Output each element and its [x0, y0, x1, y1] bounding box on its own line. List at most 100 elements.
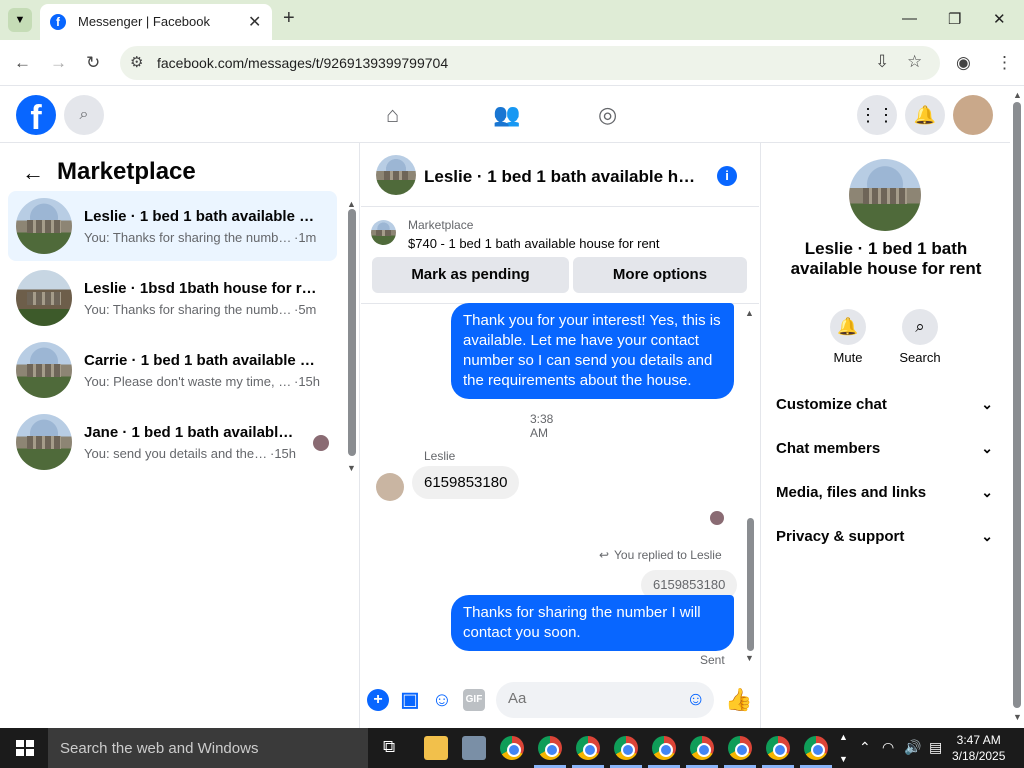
install-app-icon[interactable]: ⇩ — [875, 52, 889, 72]
page-scroll-up-icon[interactable]: ▲ — [1013, 90, 1022, 100]
clock-time: 3:47 AM — [956, 733, 1001, 747]
message-status: Sent — [700, 653, 725, 667]
conversation-item[interactable]: Leslie · 1bsd 1bath house for ren... You… — [8, 263, 337, 333]
chrome-profile-icon[interactable] — [690, 736, 714, 760]
task-view-icon[interactable]: ⧉ — [383, 737, 395, 757]
page-scroll-thumb[interactable] — [1013, 102, 1021, 708]
more-options-button[interactable]: More options — [573, 257, 747, 293]
gif-icon[interactable]: GIF — [463, 689, 485, 711]
profile-icon[interactable]: ◉ — [956, 53, 971, 73]
scroll-up-icon[interactable]: ▲ — [347, 199, 356, 209]
search-in-conversation-button[interactable]: ⌕ Search — [890, 309, 950, 365]
sender-avatar[interactable] — [376, 473, 404, 501]
bookmark-star-icon[interactable]: ☆ — [907, 52, 922, 72]
network-icon[interactable]: ◠ — [882, 739, 894, 756]
friends-icon[interactable]: 👥 — [493, 102, 520, 128]
search-icon[interactable]: ⌕ — [64, 95, 104, 135]
conversation-item[interactable]: Jane · 1 bed 1 bath available h... You: … — [8, 407, 337, 477]
chrome-profile-icon[interactable] — [538, 736, 562, 760]
panel-title: Marketplace — [57, 158, 196, 185]
menu-grid-icon[interactable]: ⋮⋮ — [857, 95, 897, 135]
mute-label: Mute — [833, 350, 863, 365]
home-icon[interactable]: ⌂ — [386, 102, 399, 128]
photo-icon[interactable]: ▣ — [399, 689, 421, 711]
tab-title: Messenger | Facebook — [78, 14, 210, 29]
outgoing-message[interactable]: Thanks for sharing the number I will con… — [451, 595, 734, 651]
chrome-profile-icon[interactable] — [766, 736, 790, 760]
chrome-profile-icon[interactable] — [576, 736, 600, 760]
chrome-profile-icon[interactable] — [728, 736, 752, 760]
message-input-box[interactable]: ☺ — [496, 682, 714, 718]
paint-app-icon[interactable] — [462, 736, 486, 760]
taskbar-search[interactable]: Search the web and Windows — [48, 728, 368, 768]
like-thumb-icon[interactable]: 👍 — [725, 689, 752, 711]
taskbar-scroll-up-icon[interactable]: ▲ — [839, 732, 848, 742]
facebook-header: f ⌕ ⌂ 👥 ◎ ⋮⋮ 🔔 — [0, 86, 1010, 143]
listing-thumbnail[interactable] — [371, 220, 396, 245]
file-explorer-icon[interactable] — [424, 736, 448, 760]
show-hidden-icons-icon[interactable]: ⌃ — [859, 739, 871, 756]
chat-title[interactable]: Leslie · 1 bed 1 bath available hou... — [424, 167, 700, 187]
maximize-icon[interactable]: ❐ — [948, 10, 961, 28]
message-composer: + ▣ ☺ GIF ☺ 👍 — [361, 678, 759, 728]
facebook-logo-icon[interactable]: f — [16, 95, 56, 137]
conversation-scrollbar[interactable] — [348, 209, 356, 456]
windows-start-icon[interactable] — [16, 740, 34, 756]
tab-search-dropdown-icon[interactable]: ▼ — [8, 8, 32, 32]
url-text[interactable]: facebook.com/messages/t/9269139399799704 — [157, 55, 448, 71]
back-icon[interactable]: ← — [14, 53, 31, 73]
conversation-preview: You: Thanks for sharing the numbe... — [84, 302, 294, 317]
page-scroll-down-icon[interactable]: ▼ — [1013, 712, 1022, 722]
info-icon[interactable]: i — [717, 166, 737, 186]
chat-avatar[interactable] — [376, 155, 416, 195]
browser-tab-bar: ▼ f Messenger | Facebook ✕ + — ❐ ✕ — [0, 0, 1024, 40]
chrome-profile-icon[interactable] — [804, 736, 828, 760]
action-center-icon[interactable]: ▤ — [929, 739, 942, 756]
address-bar[interactable]: ⚙ facebook.com/messages/t/92691393997997… — [120, 46, 940, 80]
conversation-item[interactable]: Leslie · 1 bed 1 bath available ho... Yo… — [8, 191, 337, 261]
chat-scroll-up-icon[interactable]: ▲ — [745, 308, 754, 318]
tab-close-icon[interactable]: ✕ — [248, 12, 261, 32]
volume-icon[interactable]: 🔊 — [904, 739, 921, 756]
media-files-links-section[interactable]: Media, files and links ⌄ — [776, 484, 996, 512]
chrome-profile-icon[interactable] — [652, 736, 676, 760]
chat-members-section[interactable]: Chat members ⌄ — [776, 440, 996, 468]
listing-thumbnail[interactable] — [849, 159, 921, 231]
groups-icon[interactable]: ◎ — [598, 102, 617, 128]
notifications-bell-icon[interactable]: 🔔 — [905, 95, 945, 135]
account-avatar[interactable] — [953, 95, 993, 135]
taskbar-clock[interactable]: 3:47 AM 3/18/2025 — [952, 732, 1005, 764]
message-input[interactable] — [508, 690, 678, 707]
taskbar-scroll-down-icon[interactable]: ▼ — [839, 754, 848, 764]
minimize-icon[interactable]: — — [902, 10, 917, 27]
conversation-name: Leslie · 1bsd 1bath house for ren... — [84, 280, 320, 297]
search-label: Search — [899, 350, 941, 365]
chrome-icon[interactable] — [500, 736, 524, 760]
plus-icon[interactable]: + — [367, 689, 389, 711]
privacy-support-section[interactable]: Privacy & support ⌄ — [776, 528, 996, 556]
chat-header: Leslie · 1 bed 1 bath available hou... i — [361, 143, 759, 207]
back-arrow-icon[interactable]: ← — [22, 160, 44, 186]
emoji-icon[interactable]: ☺ — [686, 689, 705, 711]
browser-menu-icon[interactable]: ⋮ — [996, 53, 1013, 73]
section-label: Chat members — [776, 440, 881, 457]
page-scrollbar[interactable]: ▲ ▼ — [1010, 86, 1024, 728]
site-info-icon[interactable]: ⚙ — [130, 53, 143, 71]
incoming-message[interactable]: 6159853180 — [412, 466, 520, 499]
outgoing-message[interactable]: Thank you for your interest! Yes, this i… — [451, 303, 734, 399]
window-close-icon[interactable]: ✕ — [993, 10, 1006, 28]
chrome-profile-icon[interactable] — [614, 736, 638, 760]
chat-scroll-down-icon[interactable]: ▼ — [745, 653, 754, 663]
scroll-down-icon[interactable]: ▼ — [347, 463, 356, 473]
reload-icon[interactable]: ↻ — [86, 53, 100, 73]
mark-as-pending-button[interactable]: Mark as pending — [372, 257, 569, 293]
browser-tab-active[interactable]: f Messenger | Facebook ✕ — [40, 4, 272, 40]
new-tab-icon[interactable]: + — [283, 7, 295, 30]
conversation-item[interactable]: Carrie · 1 bed 1 bath available ho... Yo… — [8, 335, 337, 405]
customize-chat-section[interactable]: Customize chat ⌄ — [776, 396, 996, 424]
sticker-icon[interactable]: ☺ — [431, 689, 453, 711]
listing-price-title[interactable]: $740 - 1 bed 1 bath available house for … — [408, 236, 660, 251]
forward-icon[interactable]: → — [50, 53, 67, 73]
mute-button[interactable]: 🔔 Mute — [818, 309, 878, 365]
chat-scrollbar[interactable] — [747, 518, 754, 651]
